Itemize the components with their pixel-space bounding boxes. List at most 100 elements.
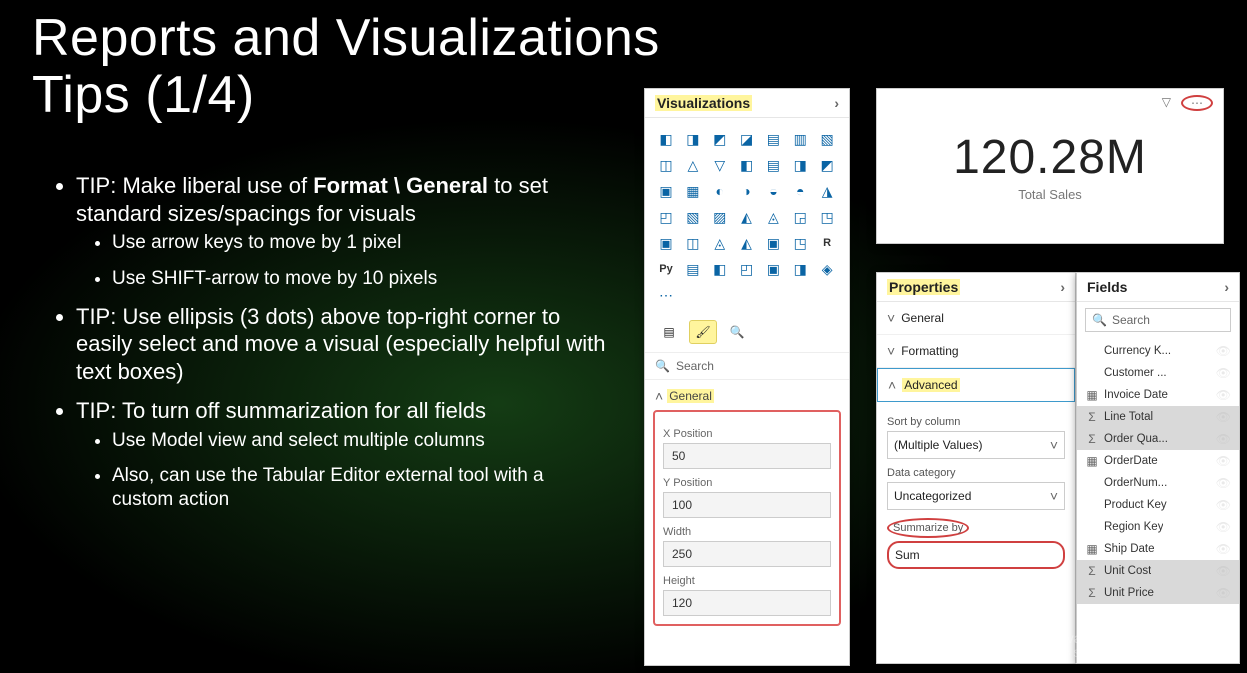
viz-type-icon[interactable]: ◈: [816, 258, 838, 280]
viz-type-icon[interactable]: Py: [655, 258, 677, 280]
viz-type-icon[interactable]: ◳: [789, 232, 811, 254]
visibility-icon[interactable]: 👁: [1216, 498, 1231, 512]
viz-type-icon[interactable]: ◑: [736, 180, 758, 202]
viz-type-icon[interactable]: ▣: [655, 232, 677, 254]
field-item[interactable]: ▦OrderDate👁: [1077, 450, 1239, 472]
collapse-icon[interactable]: ›: [1224, 279, 1229, 295]
field-item[interactable]: ΣUnit Cost👁: [1077, 560, 1239, 582]
visibility-icon[interactable]: 👁: [1216, 366, 1231, 380]
more-options-icon[interactable]: ⋯: [1181, 95, 1213, 111]
viz-type-icon[interactable]: ▤: [762, 128, 784, 150]
properties-header-label: Properties: [887, 279, 960, 295]
field-item[interactable]: OrderNum...👁: [1077, 472, 1239, 494]
field-name: Customer ...: [1104, 367, 1167, 379]
viz-type-icon[interactable]: ◩: [816, 154, 838, 176]
width-input[interactable]: [663, 541, 831, 567]
viz-type-icon[interactable]: ◧: [655, 128, 677, 150]
field-type-icon: Σ: [1085, 586, 1099, 600]
viz-type-icon[interactable]: ◩: [709, 128, 731, 150]
viz-type-icon[interactable]: ◨: [682, 128, 704, 150]
slide-title: Reports and Visualizations Tips (1/4): [32, 10, 660, 124]
viz-type-icon[interactable]: ▤: [762, 154, 784, 176]
visibility-icon[interactable]: 👁: [1216, 520, 1231, 534]
viz-type-icon[interactable]: ◫: [655, 154, 677, 176]
x-position-input[interactable]: [663, 443, 831, 469]
viz-type-icon[interactable]: ▨: [709, 206, 731, 228]
viz-type-icon[interactable]: ◮: [816, 180, 838, 202]
viz-type-icon[interactable]: ◧: [736, 154, 758, 176]
viz-type-icon[interactable]: ◧: [709, 258, 731, 280]
field-item[interactable]: ΣLine Total👁: [1077, 406, 1239, 428]
viz-type-icon[interactable]: ◫: [682, 232, 704, 254]
viz-type-icon[interactable]: ◳: [816, 206, 838, 228]
properties-header[interactable]: Properties ›: [877, 273, 1075, 302]
viz-type-icon[interactable]: ▣: [762, 232, 784, 254]
fields-tab[interactable]: ▤: [655, 320, 683, 344]
viz-type-icon[interactable]: ◨: [789, 154, 811, 176]
visibility-icon[interactable]: 👁: [1216, 410, 1231, 424]
properties-general-row[interactable]: ˅ General: [877, 302, 1075, 335]
visibility-icon[interactable]: 👁: [1216, 476, 1231, 490]
collapse-icon[interactable]: ›: [1060, 279, 1065, 295]
viz-type-icon[interactable]: ◰: [655, 206, 677, 228]
y-position-input[interactable]: [663, 492, 831, 518]
viz-type-icon[interactable]: ▧: [816, 128, 838, 150]
visibility-icon[interactable]: 👁: [1216, 586, 1231, 600]
format-tab[interactable]: 🖌: [689, 320, 717, 344]
viz-type-icon[interactable]: ◭: [736, 232, 758, 254]
viz-type-icon[interactable]: ▣: [655, 180, 677, 202]
visualizations-search[interactable]: 🔍 Search: [645, 353, 849, 380]
properties-advanced-row[interactable]: ˄ Advanced: [877, 368, 1075, 402]
visibility-icon[interactable]: 👁: [1216, 432, 1231, 446]
viz-type-icon[interactable]: ◬: [709, 232, 731, 254]
field-item[interactable]: ▦Invoice Date👁: [1077, 384, 1239, 406]
viz-type-icon[interactable]: ▽: [709, 154, 731, 176]
viz-type-icon[interactable]: ◰: [736, 258, 758, 280]
field-item[interactable]: Customer ... 👁: [1077, 362, 1239, 384]
viz-type-icon[interactable]: △: [682, 154, 704, 176]
field-item[interactable]: Region Key👁: [1077, 516, 1239, 538]
visibility-icon[interactable]: 👁: [1216, 454, 1231, 468]
card-visual[interactable]: ▽ ⋯ 120.28M Total Sales: [876, 88, 1224, 244]
collapse-icon[interactable]: ›: [834, 95, 839, 111]
field-item[interactable]: ΣOrder Qua...👁: [1077, 428, 1239, 450]
filter-icon[interactable]: ▽: [1162, 95, 1171, 111]
analytics-tab[interactable]: 🔍: [723, 320, 751, 344]
viz-type-icon[interactable]: ▣: [762, 258, 784, 280]
visibility-icon[interactable]: 👁: [1216, 564, 1231, 578]
viz-type-icon[interactable]: ◨: [789, 258, 811, 280]
properties-general-label: General: [901, 311, 944, 325]
summarize-by-select[interactable]: Sum: [887, 541, 1065, 569]
viz-type-icon[interactable]: ◐: [709, 180, 731, 202]
sort-by-column-select[interactable]: (Multiple Values) ˅: [887, 431, 1065, 459]
visibility-icon[interactable]: 👁: [1216, 542, 1231, 556]
field-item[interactable]: Currency K...👁: [1077, 340, 1239, 362]
visualizations-header[interactable]: Visualizations ›: [645, 89, 849, 118]
properties-formatting-row[interactable]: ˅ Formatting: [877, 335, 1075, 368]
viz-type-icon[interactable]: ◪: [736, 128, 758, 150]
field-item[interactable]: ▦Ship Date👁: [1077, 538, 1239, 560]
fields-search[interactable]: 🔍 Search: [1085, 308, 1231, 332]
fields-header[interactable]: Fields ›: [1077, 273, 1239, 302]
data-category-value: Uncategorized: [894, 489, 971, 503]
viz-type-icon[interactable]: ◒: [762, 180, 784, 202]
viz-type-icon[interactable]: ▧: [682, 206, 704, 228]
viz-type-icon[interactable]: ▤: [682, 258, 704, 280]
visibility-icon[interactable]: 👁: [1216, 388, 1231, 402]
data-category-select[interactable]: Uncategorized ˅: [887, 482, 1065, 510]
visibility-icon[interactable]: 👁: [1216, 344, 1231, 358]
viz-type-icon[interactable]: ◬: [762, 206, 784, 228]
viz-type-icon[interactable]: ▦: [682, 180, 704, 202]
viz-type-icon[interactable]: ◓: [789, 180, 811, 202]
field-item[interactable]: Product Key👁: [1077, 494, 1239, 516]
visualizations-header-label: Visualizations: [655, 95, 752, 111]
height-input[interactable]: [663, 590, 831, 616]
field-item[interactable]: ΣUnit Price👁: [1077, 582, 1239, 604]
viz-type-icon[interactable]: ▥: [789, 128, 811, 150]
general-section-header[interactable]: ˄ General: [645, 380, 849, 408]
viz-type-icon[interactable]: ◲: [789, 206, 811, 228]
chevron-down-icon: ˅: [1050, 437, 1058, 453]
viz-type-icon[interactable]: ◭: [736, 206, 758, 228]
viz-type-icon[interactable]: R: [816, 232, 838, 254]
viz-type-icon[interactable]: ⋯: [655, 284, 677, 306]
